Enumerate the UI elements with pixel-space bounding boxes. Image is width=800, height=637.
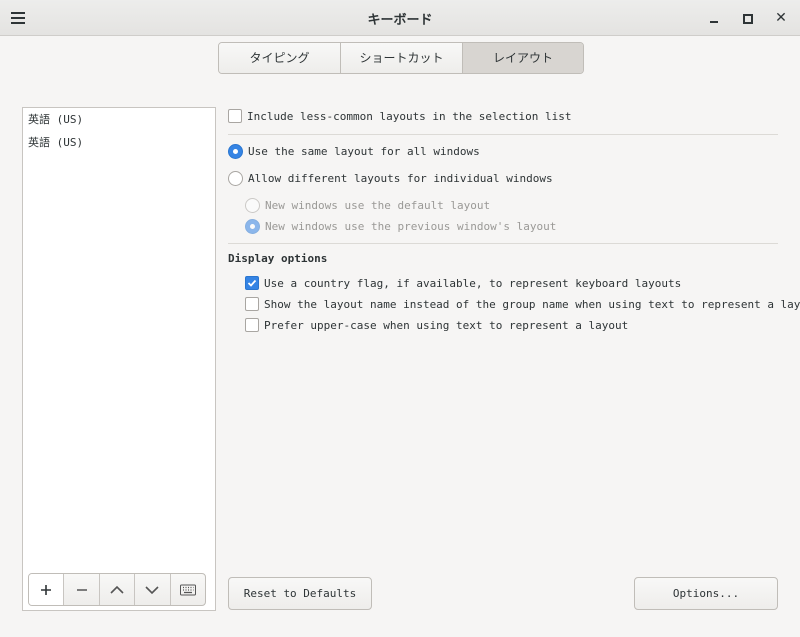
different-layouts-row[interactable]: Allow different layouts for individual w… [228,171,553,186]
divider [228,243,778,244]
tab-bar: タイピング ショートカット レイアウト [218,42,584,74]
include-less-common-row[interactable]: Include less-common layouts in the selec… [228,109,572,123]
same-layout-row[interactable]: Use the same layout for all windows [228,144,480,159]
country-flag-label: Use a country flag, if available, to rep… [264,276,682,290]
show-layout-button[interactable] [171,574,205,605]
new-previous-label: New windows use the previous window's la… [265,220,557,233]
layouts-list: 英語 (US) 英語 (US) [22,107,216,611]
tab-typing[interactable]: タイピング [219,43,341,73]
upper-case-checkbox[interactable] [245,318,259,332]
list-toolbar [28,573,206,606]
title-bar: キーボード ✕ [0,0,800,36]
new-previous-radio [245,219,260,234]
tab-layout[interactable]: レイアウト [463,43,583,73]
tab-shortcuts[interactable]: ショートカット [341,43,463,73]
window-title: キーボード [367,13,433,28]
show-layout-name-label: Show the layout name instead of the grou… [264,297,800,311]
include-less-common-label: Include less-common layouts in the selec… [247,109,572,123]
include-less-common-checkbox[interactable] [228,109,242,123]
chevron-up-icon [110,585,124,594]
display-options-heading-row: Display options [228,252,327,265]
add-layout-button[interactable] [29,574,65,605]
divider [228,134,778,135]
chevron-down-icon [145,585,159,594]
plus-icon [41,584,52,595]
minimize-icon[interactable] [706,10,722,26]
show-layout-name-checkbox[interactable] [245,297,259,311]
keyboard-icon [179,584,196,595]
same-layout-label: Use the same layout for all windows [248,145,480,158]
close-icon[interactable]: ✕ [773,10,789,26]
show-layout-name-row[interactable]: Show the layout name instead of the grou… [245,297,800,311]
remove-layout-button[interactable] [64,574,100,605]
reset-to-defaults-button[interactable]: Reset to Defaults [228,577,372,610]
new-default-radio [245,198,260,213]
upper-case-row[interactable]: Prefer upper-case when using text to rep… [245,318,628,332]
new-previous-row: New windows use the previous window's la… [245,219,556,234]
different-layouts-label: Allow different layouts for individual w… [248,172,553,185]
checkmark-icon [247,279,257,287]
new-default-row: New windows use the default layout [245,198,490,213]
country-flag-row[interactable]: Use a country flag, if available, to rep… [245,276,681,290]
move-up-button[interactable] [100,574,136,605]
options-button[interactable]: Options... [634,577,778,610]
upper-case-label: Prefer upper-case when using text to rep… [264,318,629,332]
minus-icon [76,588,87,591]
new-default-label: New windows use the default layout [265,199,491,212]
display-options-heading: Display options [228,252,328,265]
maximize-icon[interactable] [739,10,755,26]
list-item[interactable]: 英語 (US) [23,108,215,131]
country-flag-checkbox[interactable] [245,276,259,290]
same-layout-radio[interactable] [228,144,243,159]
move-down-button[interactable] [135,574,171,605]
list-item[interactable]: 英語 (US) [23,131,215,154]
different-layouts-radio[interactable] [228,171,243,186]
